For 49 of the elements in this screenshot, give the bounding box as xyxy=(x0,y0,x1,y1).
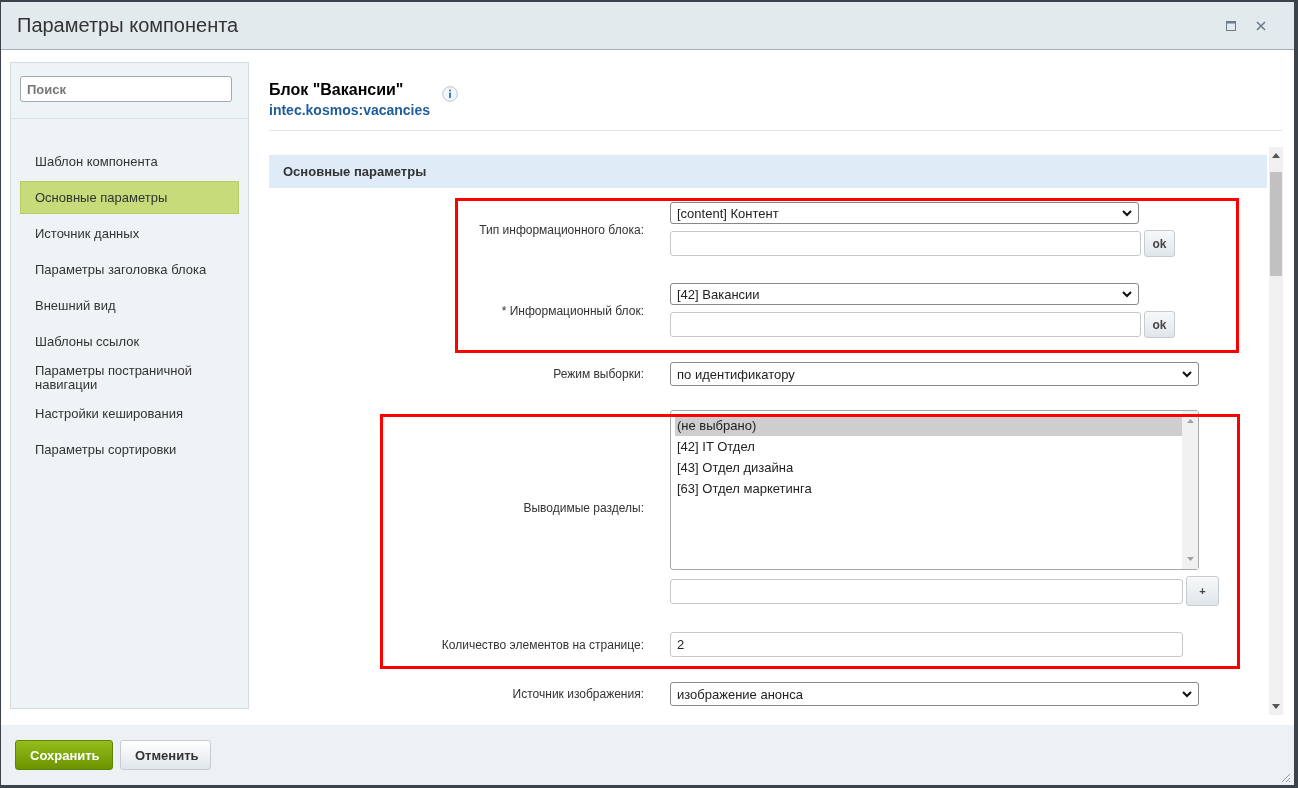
list-option[interactable]: [42] IT Отдел xyxy=(675,436,1182,457)
window-title: Параметры компонента xyxy=(17,14,240,37)
maximize-icon[interactable] xyxy=(1226,20,1236,31)
select-field[interactable]: [content] Контент xyxy=(670,202,1139,224)
input-field[interactable] xyxy=(670,578,1183,604)
sidebar-item[interactable]: Параметры заголовка блока xyxy=(20,253,239,286)
select-field[interactable]: [42] Вакансии xyxy=(670,283,1139,305)
scroll-up-icon[interactable] xyxy=(1272,153,1280,158)
section-title: Основные параметры xyxy=(283,164,427,179)
list-option[interactable]: [63] Отдел маркетинга xyxy=(675,478,1182,499)
info-icon[interactable] xyxy=(442,86,459,102)
field-label: * Информационный блок: xyxy=(500,303,644,318)
sidebar-item[interactable]: Параметры постраничной навигации xyxy=(20,361,239,394)
resize-grip-icon[interactable] xyxy=(1279,771,1291,783)
sidebar-item[interactable]: Шаблон компонента xyxy=(20,145,239,178)
sidebar-item[interactable]: Внешний вид xyxy=(20,289,239,322)
chevron-down-icon xyxy=(1182,370,1192,378)
chevron-down-icon xyxy=(1122,209,1132,217)
field-label: Количество элементов на странице: xyxy=(440,637,644,652)
list-box[interactable]: (не выбрано) [42] IT Отдел [43] Отдел дизайна [63] Отдел маркетинга xyxy=(670,410,1199,570)
list-option[interactable]: (не выбрано) xyxy=(675,415,1182,436)
sidebar-item[interactable]: Основные параметры xyxy=(20,181,239,214)
select-field[interactable]: изображение анонса xyxy=(670,682,1199,706)
search-field[interactable]: Поиск xyxy=(20,76,232,102)
input-field[interactable] xyxy=(670,312,1141,337)
sidebar-item[interactable]: Настройки кеширования xyxy=(20,397,239,430)
sidebar-item[interactable]: Шаблоны ссылок xyxy=(20,325,239,358)
input-field[interactable]: 2 xyxy=(670,632,1183,657)
field-label: Тип информационного блока: xyxy=(478,222,644,237)
ok-button[interactable]: ok xyxy=(1144,230,1175,257)
scrollbar-thumb[interactable] xyxy=(1270,172,1282,276)
list-option[interactable]: [43] Отдел дизайна xyxy=(675,457,1182,478)
chevron-down-icon xyxy=(1122,290,1132,298)
add-button[interactable]: + xyxy=(1186,576,1219,606)
select-field[interactable]: по идентификатору xyxy=(670,362,1199,386)
scroll-down-icon[interactable] xyxy=(1272,704,1280,709)
field-label: Режим выборки: xyxy=(552,367,644,381)
ok-button[interactable]: ok xyxy=(1144,311,1175,338)
field-label: Источник изображения: xyxy=(511,687,644,701)
close-icon[interactable] xyxy=(1256,20,1266,31)
cancel-button[interactable]: Отменить xyxy=(120,740,211,770)
field-label: Выводимые разделы: xyxy=(522,501,644,515)
scrollbar[interactable] xyxy=(1269,147,1283,715)
sidebar-item[interactable]: Источник данных xyxy=(20,217,239,250)
component-title: Блок "Вакансии" xyxy=(269,81,405,99)
input-field[interactable] xyxy=(670,231,1141,256)
component-code: intec.kosmos:vacancies xyxy=(269,102,431,118)
sidebar-item[interactable]: Параметры сортировки xyxy=(20,433,239,466)
chevron-down-icon xyxy=(1182,690,1192,698)
